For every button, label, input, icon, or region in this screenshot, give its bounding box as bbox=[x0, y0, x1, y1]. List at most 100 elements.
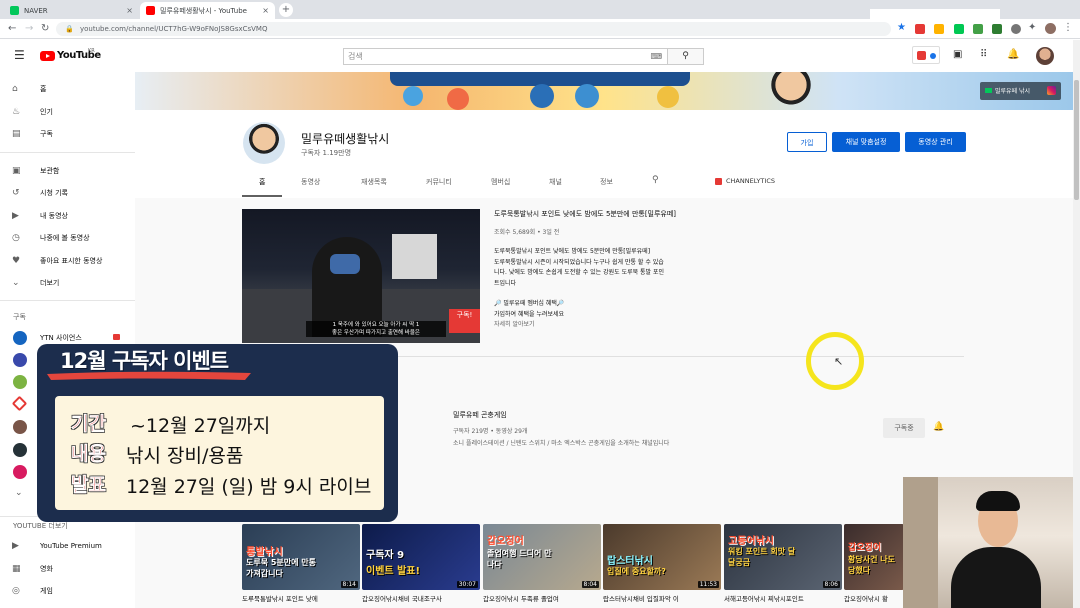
tab-playlists[interactable]: 재생목록 bbox=[361, 177, 387, 187]
browser-menu-icon[interactable]: ⋮ bbox=[1063, 22, 1073, 33]
channel-avatar[interactable] bbox=[13, 465, 27, 479]
reload-icon[interactable]: ↻ bbox=[41, 23, 49, 34]
video-thumbnail[interactable]: 통발낚시 도루묵 5분만에 만통 가져갑니다 8:14 bbox=[242, 524, 360, 590]
bookmark-star-icon[interactable]: ★ bbox=[897, 22, 906, 33]
video-thumbnail[interactable]: 갑오징어 졸업여행 드디어 만나다 8:04 bbox=[483, 524, 601, 590]
promo-title-underline bbox=[47, 371, 251, 380]
video-title[interactable]: 갑오징어낚시채비 국내조구사 bbox=[362, 593, 480, 603]
video-thumbnail[interactable]: 갑오징어 황당사건 나도 당했다 bbox=[844, 524, 904, 590]
sidebar-item-my-videos[interactable]: ▶ 내 동영상 bbox=[0, 205, 135, 227]
sidebar-item-trending[interactable]: ♨ 인기 bbox=[0, 101, 135, 123]
join-button[interactable]: 가입 bbox=[787, 132, 827, 152]
new-tab-button[interactable]: + bbox=[279, 3, 293, 17]
youtube-play-logo-icon[interactable] bbox=[40, 51, 55, 61]
sidebar-sub-label: YTN 사이언스 bbox=[40, 334, 82, 342]
search-button[interactable]: ⚲ bbox=[668, 48, 704, 65]
watch-later-icon: ◷ bbox=[12, 233, 20, 243]
sidebar-item-liked[interactable]: ♥ 좋아요 표시한 동영상 bbox=[0, 250, 135, 272]
manage-videos-button[interactable]: 동영상 관리 bbox=[905, 132, 966, 152]
extension-naver-icon[interactable] bbox=[992, 24, 1002, 34]
channel-name: 밀루유떼생활낚시 bbox=[301, 132, 390, 146]
tab-naver[interactable]: NAVER × bbox=[4, 2, 139, 19]
video-duration: 8:06 bbox=[822, 581, 840, 588]
search-input[interactable]: 검색 ⌨ bbox=[343, 48, 668, 65]
related-channel-name[interactable]: 밀루유떼 곤충게임 bbox=[453, 410, 507, 420]
keyboard-icon[interactable]: ⌨ bbox=[650, 49, 662, 64]
tab-membership[interactable]: 멤버십 bbox=[491, 177, 510, 187]
video-title[interactable]: 갑오징어낚시 황 bbox=[844, 593, 902, 603]
channel-avatar bbox=[13, 331, 27, 345]
browser-tab-bar: NAVER × 밀루유떼생활낚시 - YouTube × + bbox=[0, 0, 1080, 19]
video-duration: 11:53 bbox=[697, 581, 719, 588]
video-title[interactable]: 갑오징어낚시 두족류 졸업여 bbox=[483, 593, 601, 603]
scrollbar-thumb[interactable] bbox=[1074, 80, 1079, 200]
extension-gray-icon[interactable] bbox=[1011, 24, 1021, 34]
subscribe-sticker: 구독! bbox=[449, 309, 480, 333]
naver-cafe-icon bbox=[985, 88, 992, 93]
extension-green-icon[interactable] bbox=[954, 24, 964, 34]
apps-grid-icon[interactable]: ⠿ bbox=[980, 49, 987, 60]
extension-yellow-icon[interactable] bbox=[934, 24, 944, 34]
subscribed-button[interactable]: 구독중 bbox=[883, 418, 925, 438]
sidebar-item-label: 홈 bbox=[40, 85, 47, 93]
puzzle-extensions-icon[interactable]: ✦ bbox=[1028, 22, 1036, 33]
tab-about[interactable]: 정보 bbox=[600, 177, 613, 187]
sidebar-item-watch-later[interactable]: ◷ 나중에 볼 동영상 bbox=[0, 227, 135, 249]
sidebar-item-gaming[interactable]: ◎ 게임 bbox=[0, 580, 135, 602]
back-arrow-icon[interactable]: ← bbox=[8, 23, 16, 34]
sidebar-item-library[interactable]: ▣ 보관함 bbox=[0, 160, 135, 182]
profile-avatar[interactable] bbox=[1045, 23, 1056, 34]
close-tab-icon[interactable]: × bbox=[262, 6, 269, 15]
extension-chat-icon[interactable] bbox=[973, 24, 983, 34]
account-avatar[interactable] bbox=[1036, 47, 1054, 65]
address-bar[interactable]: 🔒 youtube.com/channel/UCT7hG-W9oFNoJS8Gs… bbox=[56, 22, 891, 36]
tab-youtube[interactable]: 밀루유떼생활낚시 - YouTube × bbox=[140, 2, 275, 19]
sidebar-item-subscriptions[interactable]: ▤ 구독 bbox=[0, 123, 135, 145]
channelytics-button[interactable] bbox=[912, 46, 940, 64]
channel-avatar[interactable] bbox=[13, 420, 27, 434]
create-video-icon[interactable]: ▣ bbox=[953, 49, 962, 60]
channel-avatar[interactable] bbox=[13, 353, 27, 367]
extension-red-icon[interactable] bbox=[915, 24, 925, 34]
video-thumbnail[interactable]: 구독자 9 이벤트 발표! 30:07 bbox=[362, 524, 480, 590]
forward-arrow-icon[interactable]: → bbox=[25, 23, 33, 34]
read-more-link[interactable]: 자세히 알아보기 bbox=[494, 320, 724, 331]
sidebar-item-label: 내 동영상 bbox=[40, 212, 68, 220]
region-code: KR bbox=[88, 48, 95, 54]
channel-search-icon[interactable]: ⚲ bbox=[652, 175, 659, 185]
banner-link-badge[interactable]: 밀루유떼 낚시 bbox=[980, 82, 1061, 100]
chevron-down-icon[interactable]: ⌄ bbox=[15, 488, 23, 498]
tab-videos[interactable]: 동영상 bbox=[301, 177, 320, 187]
sidebar-item-movies[interactable]: ▦ 영화 bbox=[0, 558, 135, 580]
video-title[interactable]: 랍스터낚시채비 입질파악 이 bbox=[603, 593, 721, 603]
tab-community[interactable]: 커뮤니티 bbox=[426, 177, 452, 187]
featured-video-player[interactable]: 구독! 1 욱주에 와 있어요 오늘 아가 씨 딱 1 좋은 우산가며 따가지고… bbox=[242, 209, 480, 343]
thumbnail-caption: 도루묵 5분만에 만통 가져갑니다 bbox=[246, 558, 317, 578]
url-text: youtube.com/channel/UCT7hG-W9oFNoJS8GsxC… bbox=[80, 25, 268, 33]
sidebar-item-home[interactable]: ⌂ 홈 bbox=[0, 78, 135, 100]
video-subtitle: 1 욱주에 와 있어요 오늘 아가 씨 딱 1 좋은 우산가며 따가지고 출연해… bbox=[306, 321, 446, 337]
video-title[interactable]: 도루묵통발낚시 포인트 낮에 bbox=[242, 593, 360, 603]
banner-fish-graphic bbox=[530, 84, 554, 108]
channel-avatar[interactable] bbox=[11, 395, 28, 412]
featured-video-title[interactable]: 도루묵통발낚시 포인트 낮에도 밤에도 5분만에 만통[밀루유떼] bbox=[494, 209, 676, 219]
channel-avatar[interactable] bbox=[13, 375, 27, 389]
description-line: 가입하여 혜택을 누려보세요 bbox=[494, 310, 565, 318]
thumbnail-caption: 워킹 포인트 회맛 달달궁금 bbox=[728, 547, 796, 567]
tab-channels[interactable]: 채널 bbox=[549, 177, 562, 187]
channel-avatar[interactable] bbox=[13, 443, 27, 457]
banner-portrait bbox=[765, 72, 817, 110]
sidebar-item-premium[interactable]: ▶ YouTube Premium bbox=[0, 535, 135, 557]
video-title[interactable]: 서해고등어낚시 찌낚시포인트 bbox=[724, 593, 842, 603]
sidebar-item-history[interactable]: ↺ 시청 기록 bbox=[0, 182, 135, 204]
customize-channel-button[interactable]: 채널 맞춤설정 bbox=[832, 132, 900, 152]
video-thumbnail[interactable]: 고등어낚시 워킹 포인트 회맛 달달궁금 8:06 bbox=[724, 524, 842, 590]
close-tab-icon[interactable]: × bbox=[126, 6, 133, 15]
sidebar-item-show-more[interactable]: ⌄ 더보기 bbox=[0, 272, 135, 294]
hamburger-menu-icon[interactable]: ☰ bbox=[14, 48, 25, 62]
channelytics-tab[interactable]: CHANNELYTICS bbox=[726, 177, 775, 185]
notification-bell-icon[interactable]: 🔔 bbox=[933, 422, 944, 432]
notifications-bell-icon[interactable]: 🔔 bbox=[1007, 49, 1019, 60]
tab-home[interactable]: 홈 bbox=[259, 177, 265, 187]
video-thumbnail[interactable]: 랍스터낚시 입질에 중요할까? 11:53 bbox=[603, 524, 721, 590]
